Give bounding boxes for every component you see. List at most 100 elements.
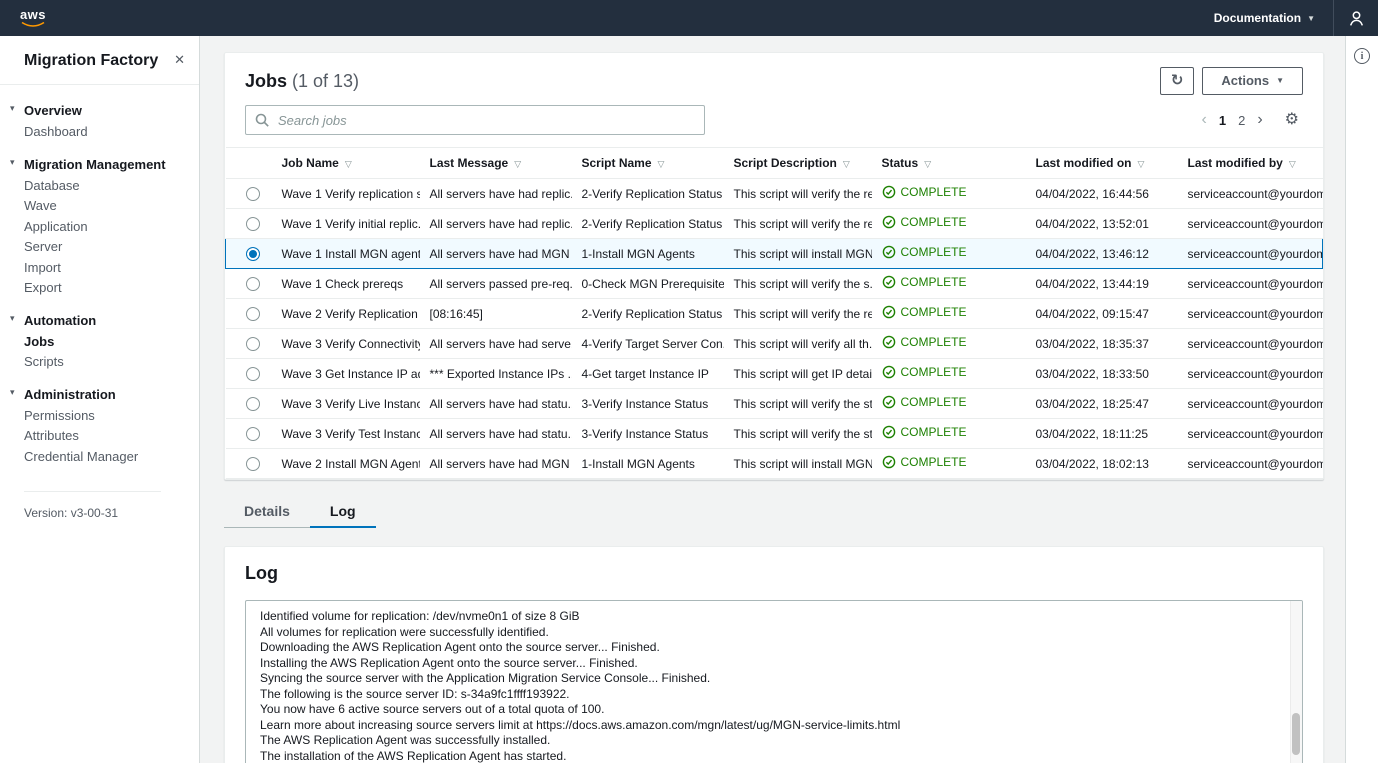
sidebar-item-attributes[interactable]: Attributes (24, 426, 79, 447)
check-circle-icon (882, 455, 896, 469)
sidebar-item-credential-manager[interactable]: Credential Manager (24, 447, 138, 468)
log-lines: Identified volume for replication: /dev/… (246, 601, 1302, 763)
check-circle-icon (882, 215, 896, 229)
cell-last-message: All servers have had serve... (430, 337, 572, 351)
column-header-last-modified-on[interactable]: Last modified on▽ (1026, 148, 1178, 179)
table-row[interactable]: Wave 1 Verify initial replic...All serve… (226, 209, 1323, 239)
filter-icon[interactable]: ▽ (924, 159, 931, 169)
filter-icon[interactable]: ▽ (345, 159, 352, 169)
cell-script-description: This script will verify the re... (734, 217, 872, 231)
table-row[interactable]: Wave 1 Check prereqsAll servers passed p… (226, 269, 1323, 299)
sidebar-item-export[interactable]: Export (24, 278, 62, 299)
row-radio[interactable] (246, 337, 260, 351)
sidebar-item-import[interactable]: Import (24, 258, 61, 279)
table-row[interactable]: Wave 2 Install MGN AgentsAll servers hav… (226, 449, 1323, 479)
pagination-page-2[interactable]: 2 (1232, 113, 1251, 128)
aws-logo[interactable]: aws (16, 9, 50, 28)
sidebar-item-dashboard[interactable]: Dashboard (24, 122, 88, 143)
log-scrollbar-track[interactable] (1290, 601, 1302, 763)
column-header-job-name[interactable]: Job Name▽ (272, 148, 420, 179)
log-line: The AWS Replication Agent was successful… (260, 733, 1278, 749)
row-radio[interactable] (246, 427, 260, 441)
cell-last-modified-by: serviceaccount@yourdom... (1188, 457, 1323, 471)
info-icon[interactable]: i (1354, 48, 1370, 64)
filter-icon[interactable]: ▽ (1138, 159, 1145, 169)
nav-section-header[interactable]: ▾Overview (24, 103, 185, 118)
column-header-status[interactable]: Status▽ (872, 148, 1026, 179)
nav-section-administration: ▾Administration PermissionsAttributesCred… (24, 387, 185, 468)
sidebar-item-wave[interactable]: Wave (24, 196, 57, 217)
table-row[interactable]: Wave 3 Get Instance IP ad...*** Exported… (226, 359, 1323, 389)
cell-last-modified-on: 03/04/2022, 18:33:50 (1036, 367, 1149, 381)
status-badge: COMPLETE (882, 395, 967, 409)
row-radio[interactable] (246, 187, 260, 201)
log-output[interactable]: Identified volume for replication: /dev/… (245, 600, 1303, 763)
actions-button[interactable]: Actions ▼ (1202, 67, 1303, 95)
table-row[interactable]: Wave 3 Verify Test InstancesAll servers … (226, 419, 1323, 449)
table-row[interactable]: Wave 1 Verify replication s...All server… (226, 179, 1323, 209)
table-row[interactable]: Wave 2 Verify Replication ...[08:16:45]2… (226, 299, 1323, 329)
tab-log[interactable]: Log (310, 494, 376, 528)
cell-job-name: Wave 3 Verify Test Instances (282, 427, 420, 441)
column-header-script-description[interactable]: Script Description▽ (724, 148, 872, 179)
refresh-button[interactable]: ↻ (1160, 67, 1195, 95)
filter-icon[interactable]: ▽ (843, 159, 850, 169)
filter-icon[interactable]: ▽ (1289, 159, 1296, 169)
status-badge: COMPLETE (882, 185, 967, 199)
table-row[interactable]: Wave 3 Verify Live InstancesAll servers … (226, 389, 1323, 419)
cell-script-description: This script will install MGN... (734, 247, 872, 261)
cell-last-modified-on: 04/04/2022, 13:44:19 (1036, 277, 1149, 291)
sidebar-item-database[interactable]: Database (24, 176, 80, 197)
row-radio[interactable] (246, 367, 260, 381)
nav-section-automation: ▾Automation JobsScripts (24, 313, 185, 373)
sidebar-item-application[interactable]: Application (24, 217, 88, 238)
jobs-table: Job Name▽Last Message▽Script Name▽Script… (225, 147, 1323, 479)
table-preferences-gear-icon[interactable]: ⚙ (1273, 110, 1303, 130)
nav-section-header[interactable]: ▾Administration (24, 387, 185, 402)
row-radio[interactable] (246, 307, 260, 321)
close-icon[interactable]: ✕ (174, 52, 185, 68)
row-radio[interactable] (246, 397, 260, 411)
pagination-prev-icon[interactable]: ‹ (1196, 110, 1213, 130)
column-header-last-message[interactable]: Last Message▽ (420, 148, 572, 179)
row-radio[interactable] (246, 217, 260, 231)
status-badge: COMPLETE (882, 245, 967, 259)
nav-section-header[interactable]: ▾Migration Management (24, 157, 185, 172)
log-line: Syncing the source server with the Appli… (260, 671, 1278, 687)
table-row[interactable]: Wave 1 Install MGN agentsAll servers hav… (226, 239, 1323, 269)
pagination-next-icon[interactable]: › (1251, 110, 1268, 130)
sidebar-item-jobs[interactable]: Jobs (24, 332, 54, 353)
cell-last-modified-on: 04/04/2022, 13:52:01 (1036, 217, 1149, 231)
sidebar-item-permissions[interactable]: Permissions (24, 406, 95, 427)
pagination-page-1[interactable]: 1 (1213, 113, 1232, 128)
cell-last-message: All servers have had statu... (430, 397, 572, 411)
cell-job-name: Wave 1 Verify initial replic... (282, 217, 420, 231)
documentation-menu[interactable]: Documentation ▼ (1196, 0, 1333, 36)
sidebar-item-scripts[interactable]: Scripts (24, 352, 64, 373)
column-header-script-name[interactable]: Script Name▽ (572, 148, 724, 179)
check-circle-icon (882, 395, 896, 409)
nav-section-label: Overview (24, 103, 82, 118)
tab-details[interactable]: Details (224, 494, 310, 528)
nav-section-header[interactable]: ▾Automation (24, 313, 185, 328)
main-content: Jobs (1 of 13) ↻ Actions ▼ (200, 36, 1345, 763)
cell-script-name: 3-Verify Instance Status (582, 427, 709, 441)
row-radio[interactable] (246, 277, 260, 291)
filter-icon[interactable]: ▽ (658, 159, 665, 169)
column-header-last-modified-by[interactable]: Last modified by▽ (1178, 148, 1323, 179)
filter-icon[interactable]: ▽ (514, 159, 521, 169)
row-radio[interactable] (246, 457, 260, 471)
cell-last-message: All servers passed pre-req... (430, 277, 572, 291)
cell-script-name: 2-Verify Replication Status (582, 187, 723, 201)
user-menu-button[interactable] (1334, 0, 1378, 36)
search-input[interactable] (245, 105, 705, 135)
log-panel: Log Identified volume for replication: /… (224, 546, 1324, 763)
cell-last-modified-on: 04/04/2022, 13:46:12 (1036, 247, 1149, 261)
log-scrollbar-thumb[interactable] (1292, 713, 1300, 755)
row-radio[interactable] (246, 247, 260, 261)
table-row[interactable]: Wave 3 Verify ConnectivityAll servers ha… (226, 329, 1323, 359)
cell-script-name: 2-Verify Replication Status (582, 307, 723, 321)
status-badge: COMPLETE (882, 305, 967, 319)
nav-section-label: Administration (24, 387, 116, 402)
sidebar-item-server[interactable]: Server (24, 237, 62, 258)
